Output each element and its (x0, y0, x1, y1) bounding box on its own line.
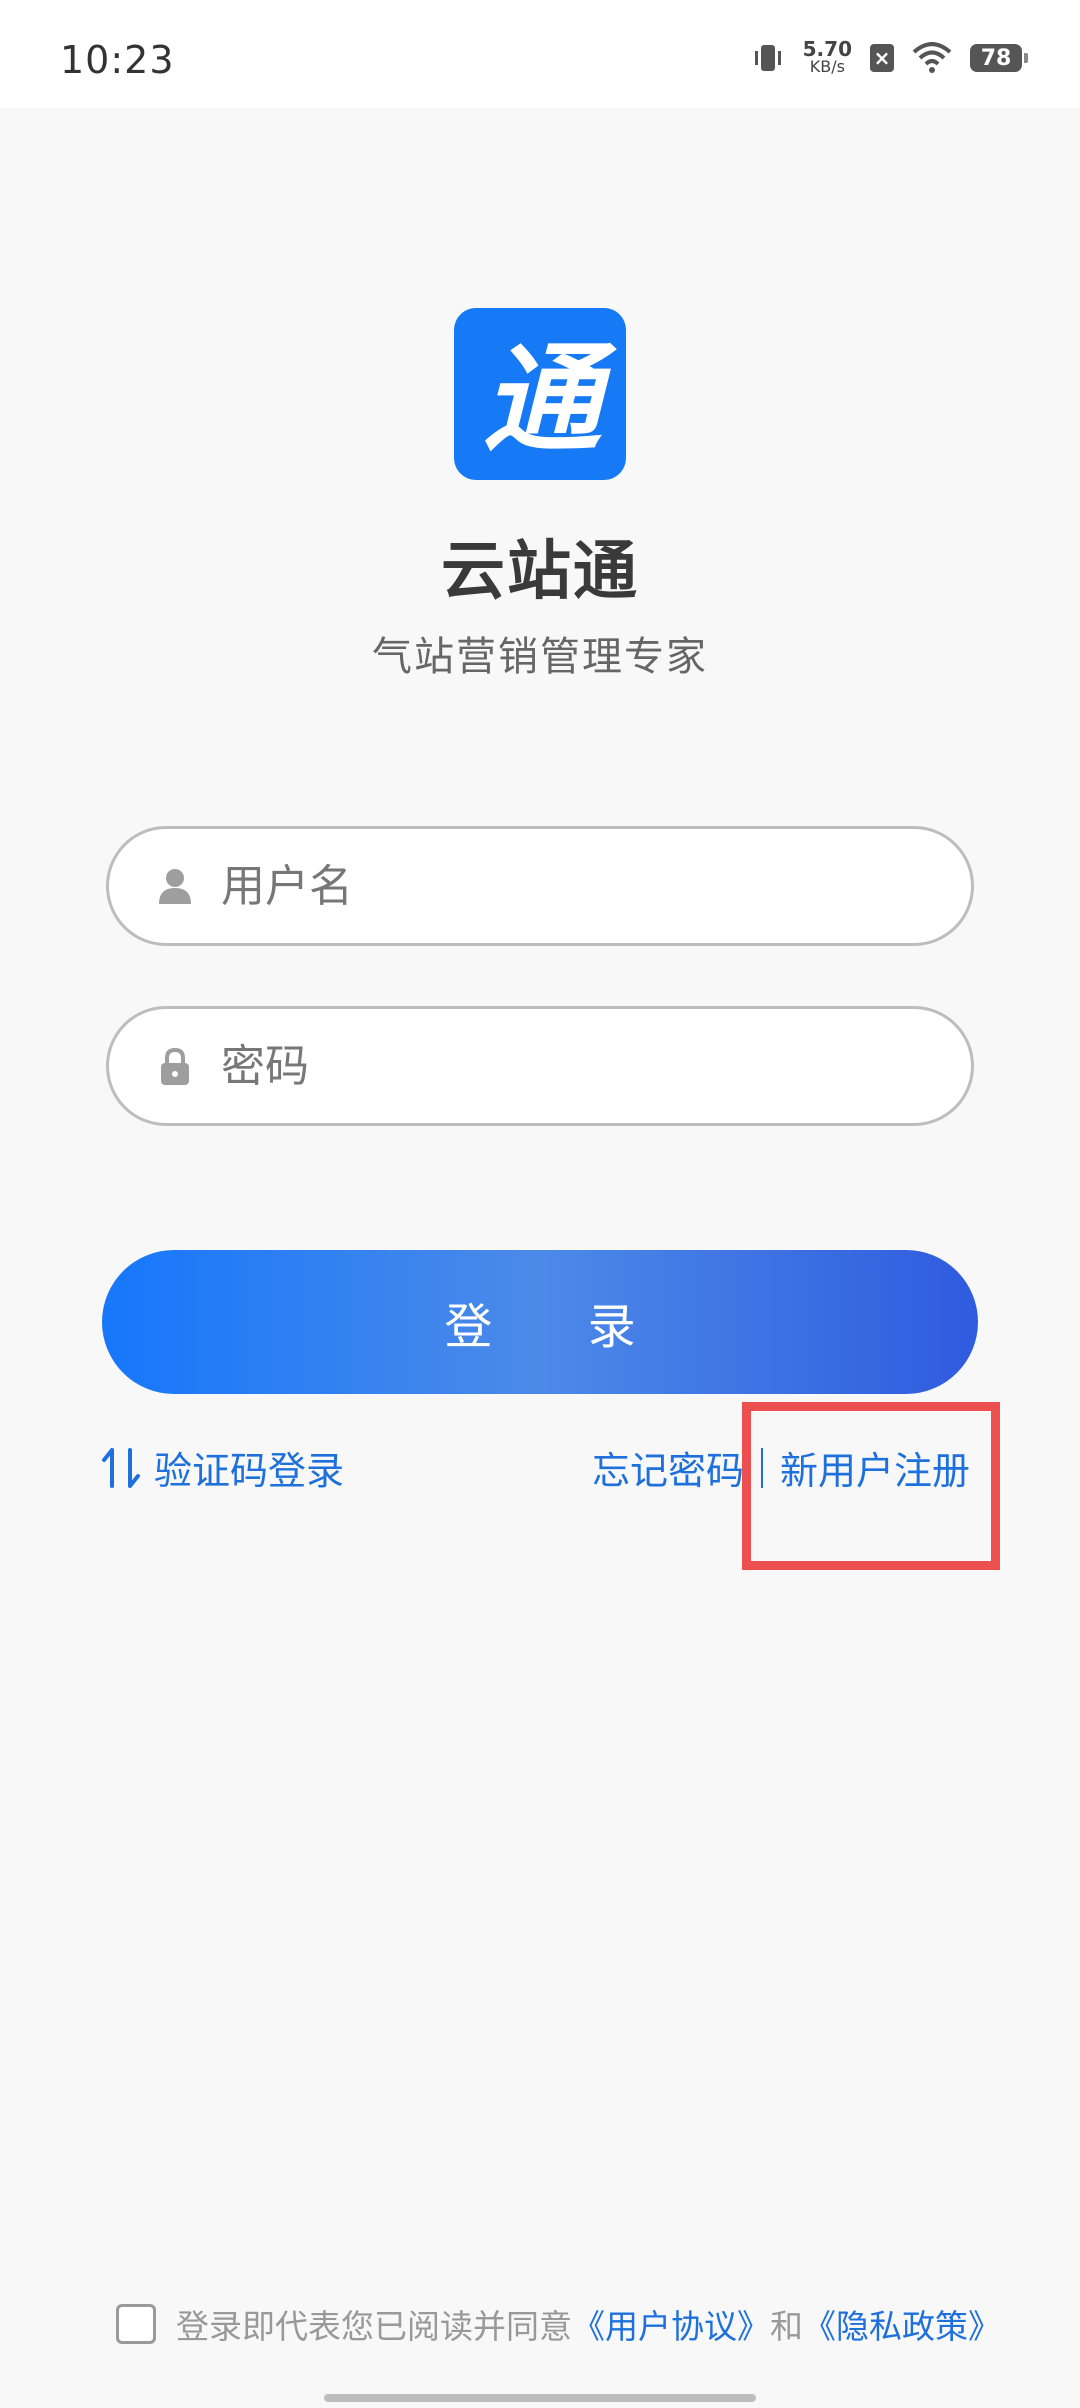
battery-icon: 78 (970, 44, 1028, 72)
agreement-and: 和 (770, 2307, 803, 2346)
forgot-password-link[interactable]: 忘记密码 (592, 1440, 744, 1495)
login-screen: 10:23 5.70 KB/s × 78 通 云站通 气站营销管理专家 用户名 … (0, 0, 1080, 2408)
password-field[interactable] (106, 1006, 974, 1126)
agreement-prefix: 登录即代表您已阅读并同意 (176, 2307, 572, 2346)
sms-login-label: 验证码登录 (154, 1449, 345, 1493)
vibrate-icon (754, 45, 781, 71)
app-logo: 通 (454, 308, 626, 480)
user-icon (159, 869, 191, 904)
sms-login-link[interactable]: 验证码登录 (100, 1440, 344, 1495)
status-bar: 10:23 5.70 KB/s × 78 (0, 0, 1080, 108)
net-speed-value: 5.70 (802, 37, 852, 61)
app-name: 云站通 (441, 535, 639, 609)
login-button[interactable]: 登 录 (102, 1250, 978, 1394)
status-time: 10:23 (60, 38, 175, 82)
agreement-row: 登录即代表您已阅读并同意 《用户协议》 和 《隐私政策》 (116, 2300, 1001, 2348)
app-slogan: 气站营销管理专家 (372, 634, 708, 680)
swap-icon (102, 1447, 140, 1488)
username-field[interactable] (106, 826, 974, 946)
privacy-policy-link[interactable]: 《隐私政策》 (803, 2300, 1001, 2348)
home-indicator[interactable] (324, 2394, 756, 2402)
net-speed-unit: KB/s (809, 57, 845, 76)
net-speed: 5.70 KB/s (802, 37, 852, 76)
logo-glyph-icon: 通 (483, 330, 617, 468)
status-icons: 5.70 KB/s × 78 (751, 37, 1028, 76)
highlight-box (742, 1402, 1000, 1570)
sim-off-icon: × (870, 44, 894, 72)
username-input[interactable] (219, 859, 903, 913)
user-agreement-link[interactable]: 《用户协议》 (572, 2300, 770, 2348)
lock-icon (161, 1047, 189, 1085)
svg-text:通: 通 (483, 330, 617, 468)
wifi-icon (912, 42, 952, 73)
agreement-checkbox[interactable] (116, 2304, 156, 2344)
password-input[interactable] (219, 1039, 903, 1093)
